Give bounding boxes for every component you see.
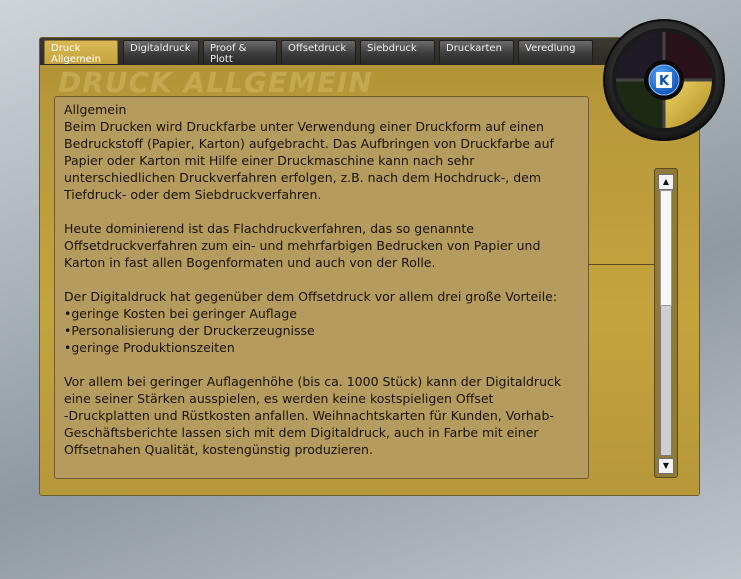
- tab-label: Offsetdruck: [288, 43, 347, 54]
- paragraph-intro: Allgemein Beim Drucken wird Druckfarbe u…: [64, 102, 554, 202]
- tab-label: Proof & Plott: [210, 43, 247, 65]
- section-title-watermark: DRUCK ALLGEMEIN: [58, 66, 373, 99]
- tab-label: Druck Allgemein: [51, 43, 101, 65]
- tab-veredlung[interactable]: Veredlung: [518, 40, 593, 64]
- tab-label: Siebdruck: [367, 43, 417, 54]
- tab-label: Veredlung: [525, 43, 576, 54]
- tab-proof-plott[interactable]: Proof & Plott: [203, 40, 277, 65]
- tab-druckarten[interactable]: Druckarten: [439, 40, 514, 64]
- tab-label: Digitaldruck: [130, 43, 191, 54]
- scroll-up-button[interactable]: ▲: [658, 174, 674, 190]
- paragraph-advantages: Der Digitaldruck hat gegenüber dem Offse…: [64, 289, 558, 355]
- tab-label: Druckarten: [446, 43, 502, 54]
- tab-siebdruck[interactable]: Siebdruck: [360, 40, 435, 64]
- paragraph-offset: Heute dominierend ist das Flachdruckverf…: [64, 221, 541, 270]
- tab-druck-allgemein[interactable]: Druck Allgemein: [44, 40, 118, 65]
- logo-dial[interactable]: K: [603, 18, 725, 143]
- content-text-area[interactable]: Allgemein Beim Drucken wird Druckfarbe u…: [54, 96, 589, 479]
- scroll-down-button[interactable]: ▼: [658, 458, 674, 474]
- tab-digitaldruck[interactable]: Digitaldruck: [123, 40, 199, 64]
- paragraph-low-volume: Vor allem bei geringer Auflagenhöhe (bis…: [64, 374, 562, 457]
- tab-offsetdruck[interactable]: Offsetdruck: [281, 40, 356, 64]
- logo-letter: K: [659, 74, 670, 89]
- divider-line: [588, 264, 654, 265]
- scroll-thumb[interactable]: [660, 190, 672, 306]
